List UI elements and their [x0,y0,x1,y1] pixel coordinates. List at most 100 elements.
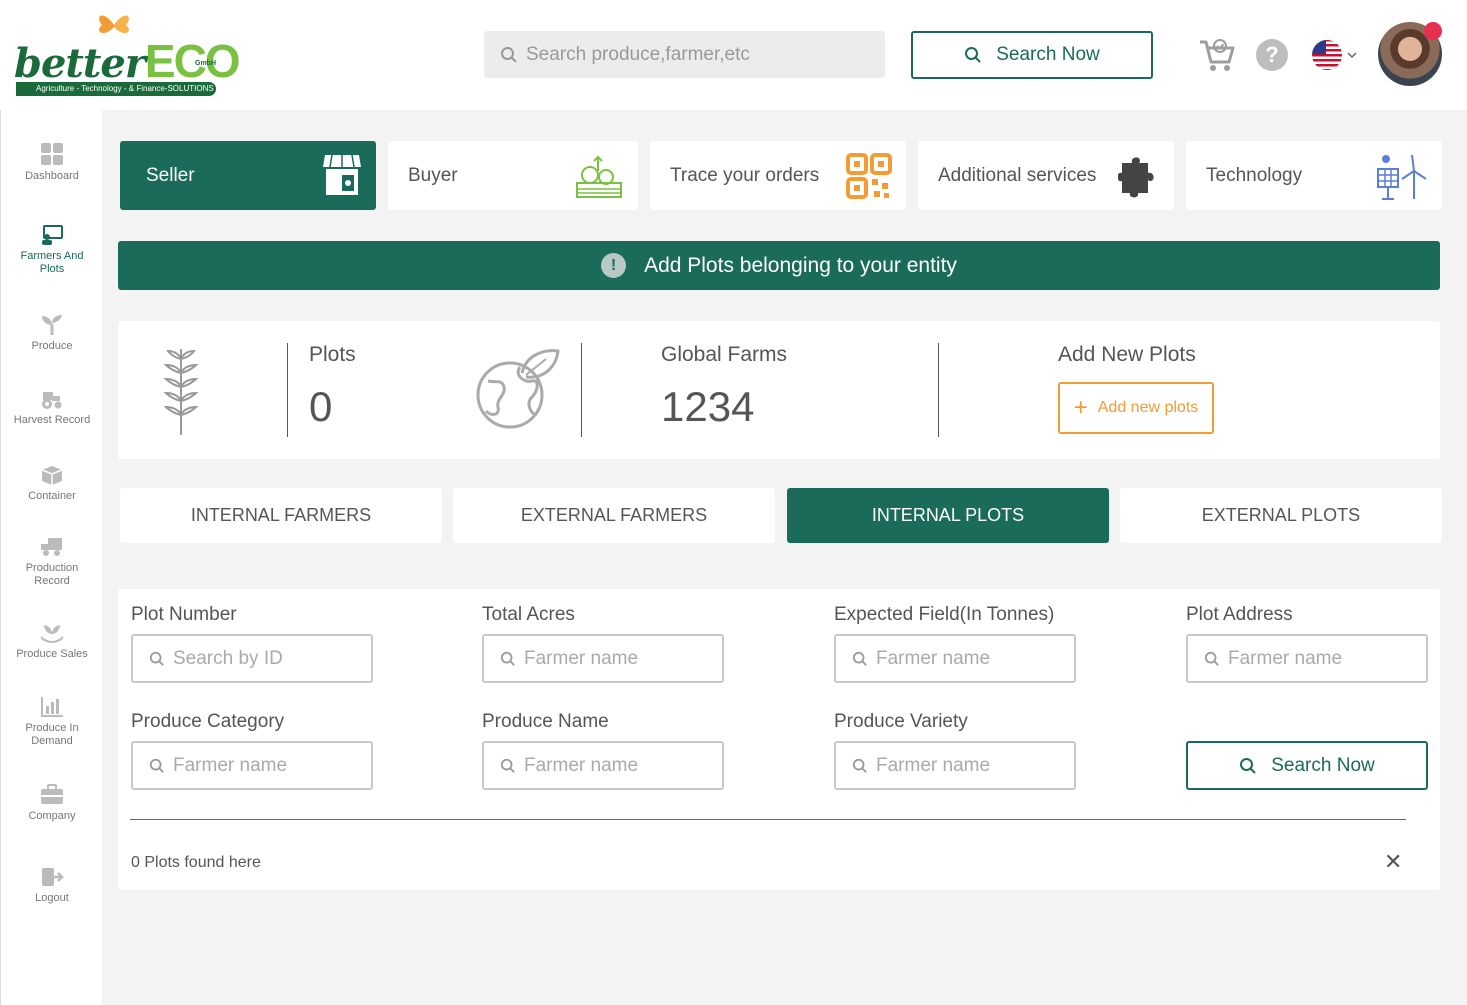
produce-category-input[interactable] [173,754,363,777]
filters-panel: Plot Number Total Acres Expected Field(I… [118,589,1440,890]
tab-internal-farmers[interactable]: INTERNAL FARMERS [120,488,442,543]
notification-dot [1424,22,1442,40]
stats-divider [287,343,288,437]
sidebar-item-produce-in-demand[interactable]: Produce In Demand [1,696,103,748]
farmer-icon [42,225,63,245]
expected-field-input[interactable] [876,647,1066,670]
sidebar-item-harvest-record[interactable]: Harvest Record [1,388,103,427]
category-tab-additional-services[interactable]: Additional services [918,141,1174,210]
sidebar-item-farmers-and-plots[interactable]: Farmers And Plots [1,224,103,276]
sidebar-item-label: Produce In Demand [25,722,79,747]
alert-icon: ! [601,253,627,278]
logout-icon [42,868,64,886]
brand-suffix: GmbH [195,60,216,67]
sidebar-item-produce[interactable]: Produce [1,314,103,353]
expected-field-label: Expected Field(In Tonnes) [834,604,1055,625]
brand-tagline: Agriculture - Technology - & Finance-SOL… [16,82,216,96]
top-header: betterECO GmbH Agriculture - Technology … [0,0,1467,110]
category-label: Buyer [408,164,458,186]
sidebar-item-dashboard[interactable]: Dashboard [1,142,103,183]
produce-variety-field[interactable] [834,741,1076,790]
grid-icon [41,143,63,165]
sidebar-item-label: Produce [31,340,73,352]
tab-external-farmers[interactable]: EXTERNAL FARMERS [453,488,775,543]
category-tab-buyer[interactable]: Buyer [388,141,638,210]
close-icon[interactable]: ✕ [1384,851,1402,873]
search-icon [1240,757,1256,774]
produce-variety-label: Produce Variety [834,711,968,732]
total-acres-input[interactable] [524,647,714,670]
plot-address-input[interactable] [1228,647,1418,670]
global-search-button-label: Search Now [996,44,1100,65]
tractor-icon [42,392,62,409]
sidebar-item-label: Dashboard [25,170,79,182]
tab-label: EXTERNAL PLOTS [1201,505,1361,525]
global-farms-value: 1234 [661,383,755,430]
plot-number-label: Plot Number [131,604,237,625]
wheat-icon [163,349,199,435]
sidebar-item-logout[interactable]: Logout [1,866,103,905]
sidebar-item-label: Production Record [25,562,79,587]
plot-number-input[interactable] [173,647,363,670]
sidebar-item-company[interactable]: Company [1,784,103,823]
global-farms-label: Global Farms [661,343,788,366]
stats-divider [581,343,582,437]
globe-leaf-icon [476,349,560,429]
bar-chart-icon [41,697,63,717]
produce-name-field[interactable] [482,741,724,790]
plot-number-field[interactable] [131,634,373,683]
qr-code-icon [846,153,892,199]
stats-divider [938,343,939,437]
truck-icon [41,538,62,556]
puzzle-icon [1118,157,1154,198]
expected-field-field[interactable] [834,634,1076,683]
global-search-button[interactable]: Search Now [911,31,1153,79]
tab-external-plots[interactable]: EXTERNAL PLOTS [1120,488,1442,543]
tab-label: INTERNAL PLOTS [871,505,1025,525]
global-search-input[interactable] [526,43,866,66]
add-new-plots-button[interactable]: + Add new plots [1058,382,1214,434]
sidebar-item-produce-sales[interactable]: Produce Sales [1,622,103,661]
category-tab-technology[interactable]: Technology [1186,141,1442,210]
total-acres-field[interactable] [482,634,724,683]
sidebar-item-label: Farmers And Plots [20,250,84,275]
banner-text: Add Plots belonging to your entity [644,253,957,277]
sidebar-item-label: Produce Sales [16,648,88,660]
solar-wind-icon [1377,154,1427,200]
category-tab-trace-orders[interactable]: Trace your orders [650,141,906,210]
search-icon [965,47,981,63]
produce-name-label: Produce Name [482,711,609,732]
tab-internal-plots[interactable]: INTERNAL PLOTS [787,488,1109,543]
tab-label: EXTERNAL FARMERS [520,505,708,525]
info-banner: ! Add Plots belonging to your entity [118,241,1440,290]
search-icon [149,651,164,666]
help-button[interactable]: ? [1256,39,1288,71]
sidebar-item-production-record[interactable]: Production Record [1,536,103,588]
filter-search-button[interactable]: Search Now [1186,741,1428,790]
box-icon [41,466,63,485]
produce-variety-input[interactable] [876,754,1066,777]
cart-button[interactable] [1198,36,1236,74]
brand-logo[interactable]: betterECO GmbH Agriculture - Technology … [10,10,241,100]
search-icon [149,758,164,773]
plus-icon: + [1073,394,1088,421]
global-search[interactable] [484,31,885,78]
plot-address-field[interactable] [1186,634,1428,683]
plots-value: 0 [309,383,333,430]
total-acres-label: Total Acres [482,604,575,625]
category-tab-seller[interactable]: Seller [120,141,376,210]
results-divider [130,819,1406,820]
produce-name-input[interactable] [524,754,714,777]
us-flag-icon [1312,40,1342,70]
plots-label: Plots [309,343,356,366]
help-icon: ? [1265,42,1279,67]
search-icon [1204,651,1219,666]
produce-category-field[interactable] [131,741,373,790]
results-count: 0 Plots found here [131,854,261,871]
sidebar-item-label: Logout [35,892,69,904]
sidebar-item-label: Harvest Record [13,414,91,426]
search-icon [852,758,867,773]
language-selector[interactable] [1310,39,1358,71]
sidebar-item-container[interactable]: Container [1,464,103,503]
category-label: Trace your orders [670,164,820,186]
